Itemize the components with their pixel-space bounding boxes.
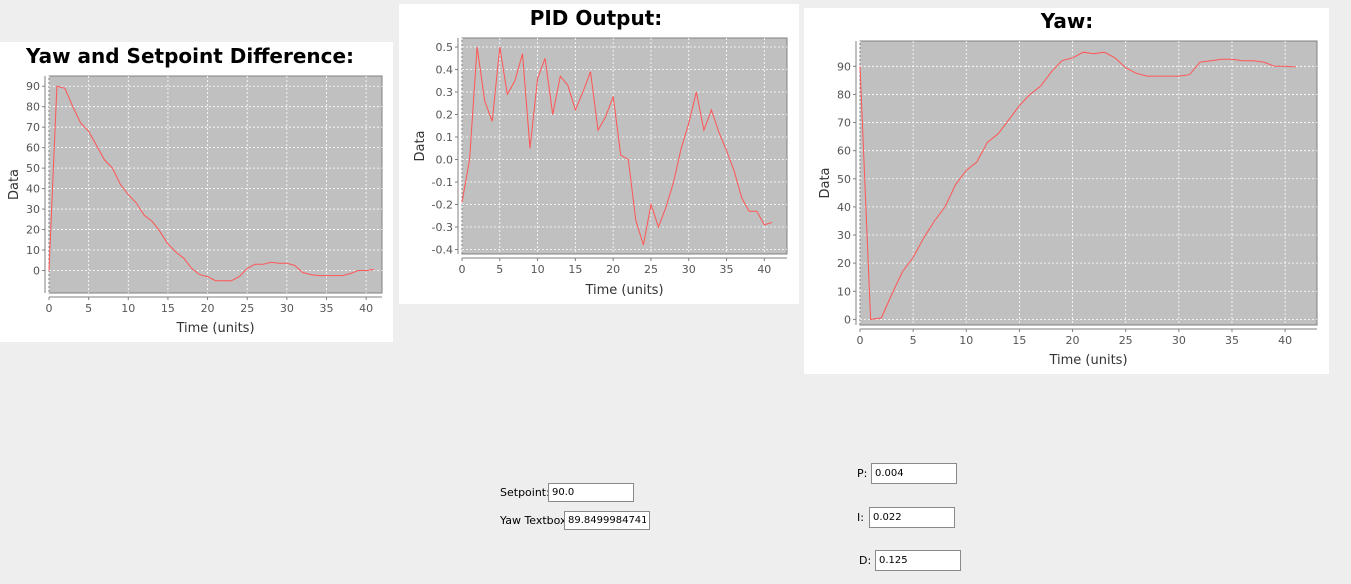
x-tick-label: 0 — [857, 334, 864, 347]
chart-panel-yaw-setpoint-difference: Yaw and Setpoint Difference: 0 5 10 15 20 25 30… — [0, 42, 393, 342]
x-tick-label: 40 — [359, 302, 373, 315]
y-tick-label: 10 — [837, 285, 851, 298]
x-tick-label: 0 — [459, 263, 466, 276]
d-gain-input[interactable] — [875, 550, 961, 571]
y-tick-label: 20 — [837, 257, 851, 270]
x-axis-label: Time (units) — [1048, 353, 1127, 368]
p-gain-input[interactable] — [871, 463, 957, 484]
chart-yaw-setpoint-difference: Yaw and Setpoint Difference: 0 5 10 15 20 25 30… — [7, 44, 383, 336]
y-tick-label: 20 — [26, 224, 40, 237]
x-tick-label: 15 — [568, 263, 582, 276]
x-tick-label: 15 — [161, 302, 175, 315]
x-tick-label: 30 — [682, 263, 696, 276]
x-tick-label: 40 — [757, 263, 771, 276]
y-tick-label: 0.1 — [436, 131, 454, 144]
x-tick-label: 10 — [531, 263, 545, 276]
chart-pid-output: PID Output: 0 5 10 15 20 25 30 35 40 -0.4 -0.3 -0.2 -… — [413, 6, 788, 298]
x-axis-label: Time (units) — [584, 283, 663, 298]
x-tick-label: 25 — [644, 263, 658, 276]
y-tick-label: 0.5 — [436, 41, 454, 54]
x-tick-label: 25 — [1119, 334, 1133, 347]
plot-area — [859, 40, 1318, 326]
y-tick-label: 30 — [837, 229, 851, 242]
x-tick-label: 5 — [910, 334, 917, 347]
y-tick-label: 70 — [837, 117, 851, 130]
chart-panel-yaw: Yaw: 0 5 10 15 20 25 30 35 40 0 10 20 30 40 50 60 70 80 90 T… — [804, 8, 1329, 374]
plot-area — [461, 37, 788, 255]
y-tick-label: 0.4 — [436, 64, 454, 77]
y-tick-label: 0.2 — [436, 109, 454, 122]
x-tick-label: 35 — [720, 263, 734, 276]
y-tick-label: 50 — [26, 162, 40, 175]
y-tick-label: 0.3 — [436, 86, 454, 99]
y-tick-label: 90 — [837, 60, 851, 73]
x-tick-label: 15 — [1012, 334, 1026, 347]
y-tick-label: 0 — [844, 313, 851, 326]
yaw-textbox-label: Yaw Textbox — [500, 514, 567, 527]
y-tick-label: -0.4 — [432, 244, 453, 257]
y-tick-label: 60 — [26, 142, 40, 155]
x-tick-label: 30 — [1172, 334, 1186, 347]
y-tick-label: 10 — [26, 244, 40, 257]
y-tick-label: 40 — [837, 201, 851, 214]
yaw-textbox-field: Yaw Textbox — [500, 511, 650, 530]
chart-yaw: Yaw: 0 5 10 15 20 25 30 35 40 0 10 20 30 40 50 60 70 80 90 T… — [818, 9, 1318, 368]
chart-title: Yaw and Setpoint Difference: — [25, 44, 354, 68]
y-axis-label: Data — [818, 167, 833, 198]
x-tick-label: 10 — [121, 302, 135, 315]
y-tick-label: 80 — [26, 101, 40, 114]
y-tick-label: -0.1 — [432, 176, 453, 189]
x-tick-label: 5 — [85, 302, 92, 315]
y-tick-label: 70 — [26, 121, 40, 134]
setpoint-label: Setpoint: — [500, 486, 550, 499]
x-tick-label: 20 — [606, 263, 620, 276]
x-tick-label: 10 — [959, 334, 973, 347]
y-tick-label: 60 — [837, 145, 851, 158]
y-tick-label: 90 — [26, 80, 40, 93]
y-tick-label: 30 — [26, 203, 40, 216]
x-tick-label: 20 — [1066, 334, 1080, 347]
plot-area — [48, 75, 383, 294]
x-tick-label: 40 — [1278, 334, 1292, 347]
chart-panel-pid-output: PID Output: 0 5 10 15 20 25 30 35 40 -0.4 -0.3 -0.2 -… — [399, 4, 799, 304]
d-gain-field: D: — [859, 550, 961, 571]
x-axis-label: Time (units) — [175, 321, 254, 336]
yaw-textbox-input[interactable] — [564, 511, 650, 530]
chart-title: Yaw: — [1040, 9, 1094, 33]
x-tick-label: 0 — [46, 302, 53, 315]
i-gain-input[interactable] — [869, 507, 955, 528]
i-gain-label: I: — [857, 511, 864, 524]
y-tick-label: 40 — [26, 183, 40, 196]
y-axis-label: Data — [7, 169, 22, 200]
d-gain-label: D: — [859, 554, 872, 567]
x-tick-label: 30 — [280, 302, 294, 315]
x-tick-label: 5 — [496, 263, 503, 276]
i-gain-field: I: — [857, 507, 955, 528]
y-axis-label: Data — [413, 130, 428, 161]
setpoint-field: Setpoint: — [500, 483, 634, 502]
y-tick-label: 0 — [33, 264, 40, 277]
y-tick-label: -0.2 — [432, 199, 453, 212]
p-gain-field: P: — [857, 463, 957, 484]
y-tick-label: -0.3 — [432, 221, 453, 234]
y-tick-label: 80 — [837, 88, 851, 101]
x-tick-label: 25 — [240, 302, 254, 315]
p-gain-label: P: — [857, 467, 868, 480]
x-tick-label: 20 — [201, 302, 215, 315]
x-tick-label: 35 — [1225, 334, 1239, 347]
chart-title: PID Output: — [530, 6, 663, 30]
x-tick-label: 35 — [320, 302, 334, 315]
setpoint-input[interactable] — [548, 483, 634, 502]
y-tick-label: 0.0 — [436, 154, 454, 167]
y-tick-label: 50 — [837, 173, 851, 186]
